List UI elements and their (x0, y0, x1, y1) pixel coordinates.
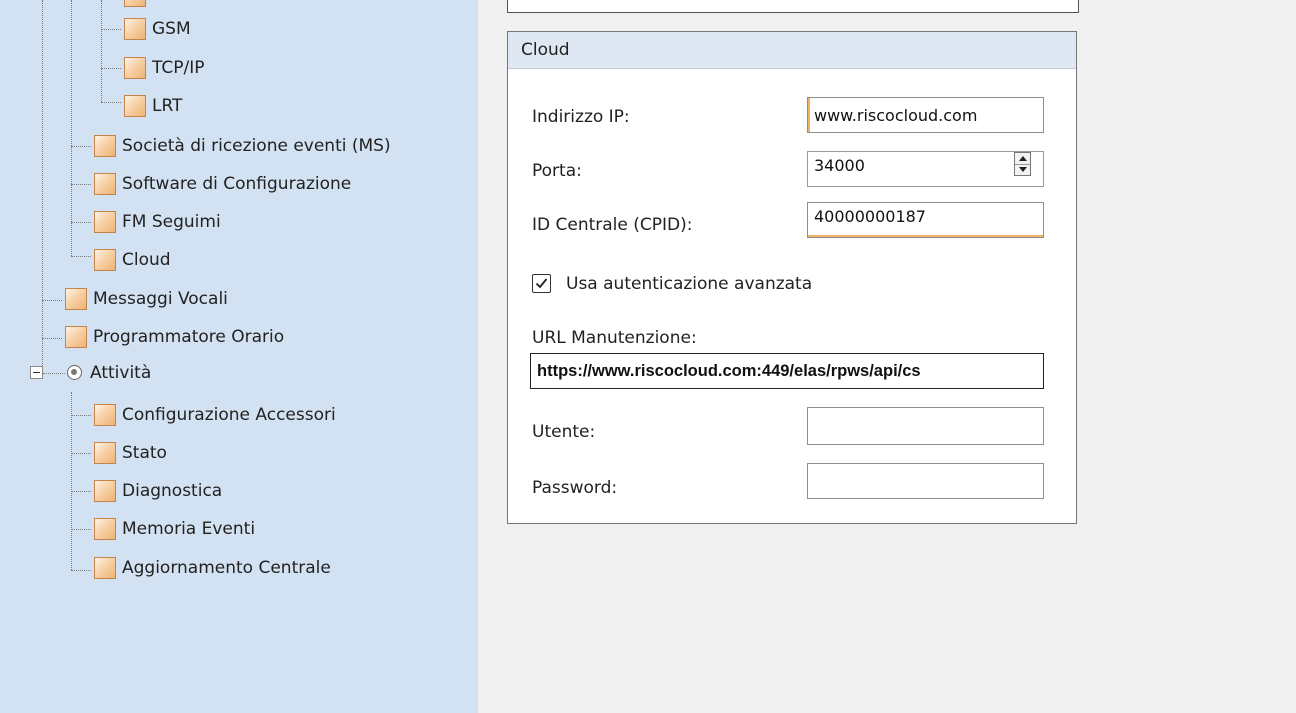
folder-square-icon (65, 288, 87, 310)
tree-connector (71, 570, 91, 571)
folder-square-icon (94, 135, 116, 157)
tree-connector (101, 29, 121, 30)
tree-node-configurazione-accessori[interactable]: Configurazione Accessori (94, 401, 336, 429)
ip-address-input[interactable] (807, 97, 1044, 133)
cpid-label: ID Centrale (CPID): (532, 215, 693, 235)
navigation-tree: GSM TCP/IP LRT Società di ricezione even… (0, 0, 478, 713)
tree-node-diagnostica[interactable]: Diagnostica (94, 477, 222, 505)
folder-square-icon (94, 249, 116, 271)
cpid-input[interactable] (807, 202, 1044, 238)
tree-node-cutoff[interactable] (124, 0, 152, 10)
password-label: Password: (532, 478, 618, 498)
tree-connector (42, 0, 43, 366)
tree-connector (43, 373, 65, 374)
tree-connector (101, 102, 121, 103)
tree-node-label: Aggiornamento Centrale (122, 558, 331, 578)
tree-node-aggiornamento-centrale[interactable]: Aggiornamento Centrale (94, 554, 331, 582)
tree-node-label: Messaggi Vocali (93, 289, 228, 309)
tree-node-label: TCP/IP (152, 58, 205, 78)
tree-node-label: Attività (90, 363, 152, 383)
maintenance-url-input[interactable] (530, 353, 1044, 389)
tree-connector (42, 338, 62, 339)
port-stepper[interactable] (1014, 152, 1031, 176)
folder-square-icon (124, 0, 146, 7)
tree-connector (71, 256, 91, 257)
tree-node-stato[interactable]: Stato (94, 439, 167, 467)
tree-connector (101, 0, 102, 102)
advanced-auth-checkbox[interactable] (532, 274, 551, 293)
tree-node-label: Società di ricezione eventi (MS) (122, 136, 391, 156)
increment-arrow-icon[interactable] (1015, 153, 1030, 164)
tree-node-label: GSM (152, 19, 191, 39)
tree-connector (71, 184, 91, 185)
tree-node-label: Cloud (122, 250, 171, 270)
tree-node-label: Configurazione Accessori (122, 405, 336, 425)
tree-connector (71, 491, 91, 492)
previous-panel-edge (507, 0, 1079, 13)
tree-node-software-configurazione[interactable]: Software di Configurazione (94, 170, 351, 198)
tree-node-label: LRT (152, 96, 183, 116)
tree-node-label: Memoria Eventi (122, 519, 256, 539)
panel-title: Cloud (508, 32, 1076, 69)
folder-square-icon (94, 442, 116, 464)
tree-node-label: Software di Configurazione (122, 174, 352, 194)
tree-connector (71, 222, 91, 223)
password-input[interactable] (807, 463, 1044, 499)
advanced-auth-label[interactable]: Usa autenticazione avanzata (566, 274, 812, 294)
tree-node-ms[interactable]: Società di ricezione eventi (MS) (94, 132, 391, 160)
tree-connector (71, 392, 72, 570)
folder-square-icon (124, 95, 146, 117)
tree-node-gsm[interactable]: GSM (124, 15, 191, 43)
tree-node-memoria-eventi[interactable]: Memoria Eventi (94, 515, 255, 543)
folder-square-icon (65, 326, 87, 348)
tree-connector (71, 529, 91, 530)
cloud-settings-panel: Cloud Indirizzo IP: Porta: ID Centrale (… (507, 31, 1077, 524)
collapse-minus-icon[interactable] (30, 366, 43, 379)
user-input[interactable] (807, 407, 1044, 445)
folder-square-icon (94, 557, 116, 579)
tree-connector (71, 146, 91, 147)
folder-square-icon (94, 173, 116, 195)
maintenance-url-label: URL Manutenzione: (532, 328, 697, 348)
tree-node-label: Stato (122, 443, 167, 463)
checkmark-icon (535, 278, 548, 289)
folder-square-icon (94, 480, 116, 502)
tree-node-attivita[interactable]: Attività (90, 359, 151, 387)
tree-node-label: Diagnostica (122, 481, 223, 501)
tree-node-label: FM Seguimi (122, 212, 221, 232)
folder-square-icon (124, 57, 146, 79)
tree-connector (71, 453, 91, 454)
folder-square-icon (94, 518, 116, 540)
port-input[interactable] (807, 151, 1044, 187)
user-label: Utente: (532, 422, 596, 442)
radio-circle-icon (67, 365, 82, 380)
ip-address-label: Indirizzo IP: (532, 107, 630, 127)
tree-node-programmatore-orario[interactable]: Programmatore Orario (65, 323, 284, 351)
tree-connector (71, 0, 72, 256)
tree-node-fm-seguimi[interactable]: FM Seguimi (94, 208, 221, 236)
tree-connector (71, 415, 91, 416)
decrement-arrow-icon[interactable] (1015, 164, 1030, 176)
tree-node-messaggi-vocali[interactable]: Messaggi Vocali (65, 285, 228, 313)
tree-node-cloud[interactable]: Cloud (94, 246, 171, 274)
folder-square-icon (94, 211, 116, 233)
tree-node-tcpip[interactable]: TCP/IP (124, 54, 205, 82)
folder-square-icon (94, 404, 116, 426)
port-label: Porta: (532, 161, 582, 181)
tree-connector (42, 300, 62, 301)
folder-square-icon (124, 18, 146, 40)
tree-connector (101, 68, 121, 69)
tree-node-label: Programmatore Orario (93, 327, 285, 347)
tree-node-lrt[interactable]: LRT (124, 92, 182, 120)
